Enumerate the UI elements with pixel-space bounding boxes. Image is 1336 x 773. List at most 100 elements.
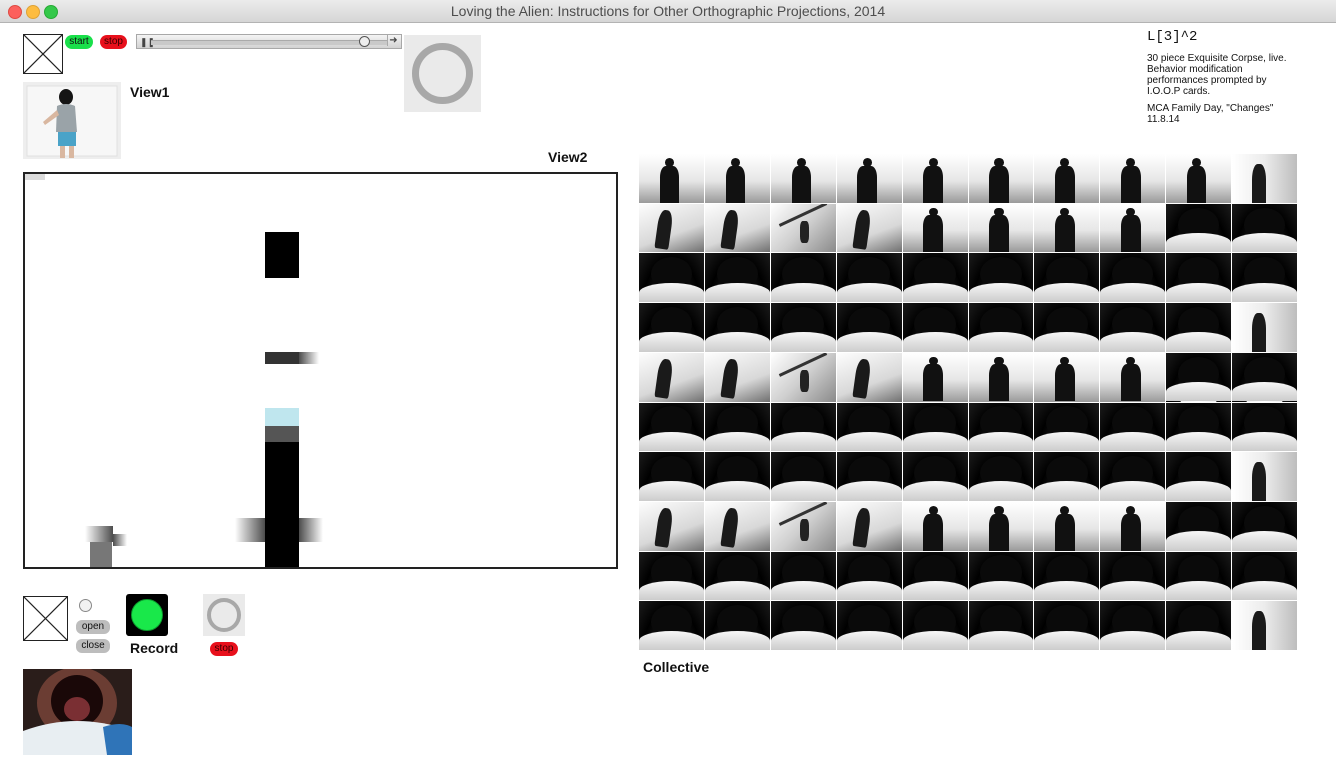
collective-cell — [968, 402, 1034, 452]
window-title: Loving the Alien: Instructions for Other… — [450, 3, 886, 19]
transport-bar[interactable]: ❚❚ ➜ — [136, 34, 402, 49]
collective-cell — [1166, 402, 1232, 452]
collective-cell — [1166, 352, 1232, 402]
playback-knob-icon[interactable] — [359, 36, 370, 47]
collective-cell — [639, 154, 704, 203]
collective-cell — [968, 154, 1034, 203]
camera-thumbnail — [23, 669, 132, 755]
x-mark-icon — [24, 597, 67, 640]
collective-cell — [836, 253, 902, 303]
collective-cell — [1034, 501, 1100, 551]
collective-cell — [1100, 452, 1166, 501]
bottom-toggle-box[interactable] — [23, 596, 68, 641]
collective-cell — [836, 154, 902, 203]
collective-cell — [639, 501, 704, 551]
collective-cell — [1232, 352, 1297, 402]
top-toggle-box[interactable] — [23, 34, 63, 74]
collective-cell — [968, 303, 1034, 352]
collective-cell — [1100, 352, 1166, 402]
playback-track[interactable] — [151, 40, 387, 45]
collective-cell — [902, 402, 968, 452]
collective-cell — [770, 501, 836, 551]
collective-cell — [704, 452, 770, 501]
collective-cell — [1166, 551, 1232, 601]
collective-cell — [1100, 501, 1166, 551]
collective-cell — [968, 452, 1034, 501]
close-button[interactable]: close — [76, 639, 110, 653]
collective-cell — [1166, 154, 1232, 203]
collective-cell — [1034, 203, 1100, 253]
collective-cell — [1166, 601, 1232, 650]
collective-cell — [1034, 601, 1100, 650]
collective-cell — [704, 352, 770, 402]
collective-cell — [704, 402, 770, 452]
collective-cell — [1100, 551, 1166, 601]
collective-cell — [1100, 402, 1166, 452]
collective-cell — [770, 352, 836, 402]
collective-cell — [770, 203, 836, 253]
collective-cell — [639, 253, 704, 303]
collective-cell — [1034, 452, 1100, 501]
collective-cell — [902, 154, 968, 203]
collective-cell — [968, 551, 1034, 601]
ring-icon — [412, 43, 473, 104]
collective-cell — [1100, 154, 1166, 203]
top-ring-indicator[interactable] — [404, 35, 481, 112]
collective-cell — [704, 551, 770, 601]
collective-cell — [1232, 452, 1297, 501]
collective-cell — [1034, 551, 1100, 601]
collective-cell — [1034, 253, 1100, 303]
ring-icon — [207, 598, 241, 632]
collective-cell — [1232, 601, 1297, 650]
start-button[interactable]: start — [65, 35, 93, 49]
collective-cell — [968, 601, 1034, 650]
collective-cell — [836, 601, 902, 650]
view1-label: View1 — [130, 84, 170, 100]
collective-cell — [1232, 154, 1297, 203]
record-label: Record — [130, 640, 179, 656]
window-titlebar: Loving the Alien: Instructions for Other… — [0, 0, 1336, 23]
collective-cell — [902, 501, 968, 551]
collective-cell — [836, 303, 902, 352]
collective-cell — [1232, 253, 1297, 303]
collective-cell — [704, 303, 770, 352]
collective-cell — [1232, 203, 1297, 253]
collective-cell — [1232, 501, 1297, 551]
arrow-right-icon[interactable]: ➜ — [387, 35, 399, 46]
collective-cell — [836, 551, 902, 601]
collective-cell — [836, 452, 902, 501]
collective-cell — [1100, 203, 1166, 253]
collective-cell — [639, 452, 704, 501]
collective-cell — [639, 402, 704, 452]
collective-cell — [639, 303, 704, 352]
bottom-stop-button[interactable]: stop — [210, 642, 238, 656]
top-stop-button[interactable]: stop — [100, 35, 127, 49]
collective-cell — [704, 203, 770, 253]
collective-cell — [836, 352, 902, 402]
collective-cell — [1166, 501, 1232, 551]
collective-cell — [1100, 303, 1166, 352]
record-button[interactable] — [126, 594, 168, 636]
collective-cell — [770, 253, 836, 303]
collective-cell — [1100, 601, 1166, 650]
collective-cell — [770, 601, 836, 650]
collective-cell — [968, 253, 1034, 303]
collective-cell — [1166, 452, 1232, 501]
collective-cell — [968, 501, 1034, 551]
collective-grid — [639, 154, 1297, 650]
collective-cell — [1166, 303, 1232, 352]
open-button[interactable]: open — [76, 620, 110, 634]
collective-cell — [1100, 253, 1166, 303]
collective-cell — [704, 253, 770, 303]
collective-cell — [836, 402, 902, 452]
bottom-ring-indicator[interactable] — [203, 594, 245, 636]
collective-cell — [704, 601, 770, 650]
collective-cell — [902, 551, 968, 601]
collective-cell — [770, 452, 836, 501]
collective-cell — [902, 253, 968, 303]
radio-toggle-icon[interactable] — [79, 599, 92, 612]
record-indicator-icon — [131, 599, 163, 631]
collective-cell — [1232, 303, 1297, 352]
collective-cell — [1034, 303, 1100, 352]
collective-cell — [902, 303, 968, 352]
